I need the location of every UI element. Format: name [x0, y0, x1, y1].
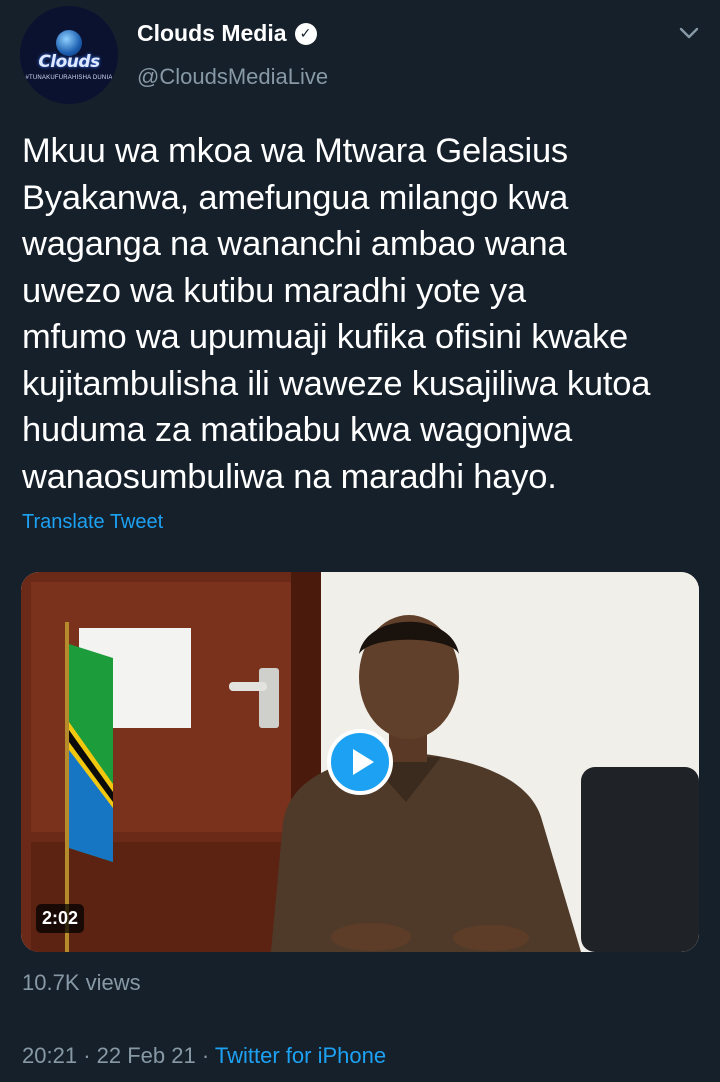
tweet-meta: 20:21 · 22 Feb 21 · Twitter for iPhone	[22, 1043, 386, 1069]
tweet-text-line: Byakanwa, amefungua milango kwa	[22, 178, 569, 217]
avatar[interactable]: Clouds #TUNAKUFURAHISHA DUNIA	[20, 6, 118, 104]
tweet-source-link[interactable]: Twitter for iPhone	[215, 1043, 386, 1068]
author-display-name[interactable]: Clouds Media	[137, 20, 287, 47]
tweet-text-line: kujitambulisha ili waweze kusajiliwa kut…	[22, 364, 651, 403]
tweet-text-line: huduma za matibabu kwa wagonjwa	[22, 411, 572, 449]
tweet-text-line: uwezo wa kutibu maradhi yote ya	[22, 271, 526, 310]
tweet-text-line: Mkuu wa mkoa wa Mtwara Gelasius	[22, 132, 568, 170]
avatar-tagline: #TUNAKUFURAHISHA DUNIA	[25, 74, 113, 81]
view-count[interactable]: 10.7K views	[22, 970, 141, 996]
tweet-text-line: wanaosumbuliwa na maradhi hayo.	[22, 457, 557, 496]
author-handle[interactable]: @CloudsMediaLive	[137, 64, 328, 90]
video-player[interactable]: 2:02	[21, 572, 699, 952]
chevron-down-icon[interactable]	[676, 20, 702, 46]
verified-badge-icon: ✓	[294, 22, 317, 45]
author-name-row[interactable]: Clouds Media ✓	[137, 20, 317, 47]
tweet-text-line: waganga na wananchi ambao wana	[22, 225, 567, 263]
tweet-header: Clouds #TUNAKUFURAHISHA DUNIA Clouds Med…	[0, 0, 720, 110]
play-icon[interactable]	[326, 728, 394, 796]
video-duration-badge: 2:02	[36, 904, 85, 933]
tweet-time[interactable]: 20:21	[22, 1043, 77, 1068]
avatar-logo-text: Clouds	[38, 51, 100, 72]
translate-tweet-link[interactable]: Translate Tweet	[22, 511, 163, 534]
meta-separator: ·	[201, 1043, 210, 1068]
tweet-text: Mkuu wa mkoa wa Mtwara Gelasius Byakanwa…	[22, 128, 712, 500]
tweet-text-line: mfumo wa upumuaji kufika ofisini kwake	[22, 318, 628, 356]
meta-separator: ·	[83, 1043, 91, 1068]
tweet-date[interactable]: 22 Feb 21	[97, 1043, 196, 1068]
